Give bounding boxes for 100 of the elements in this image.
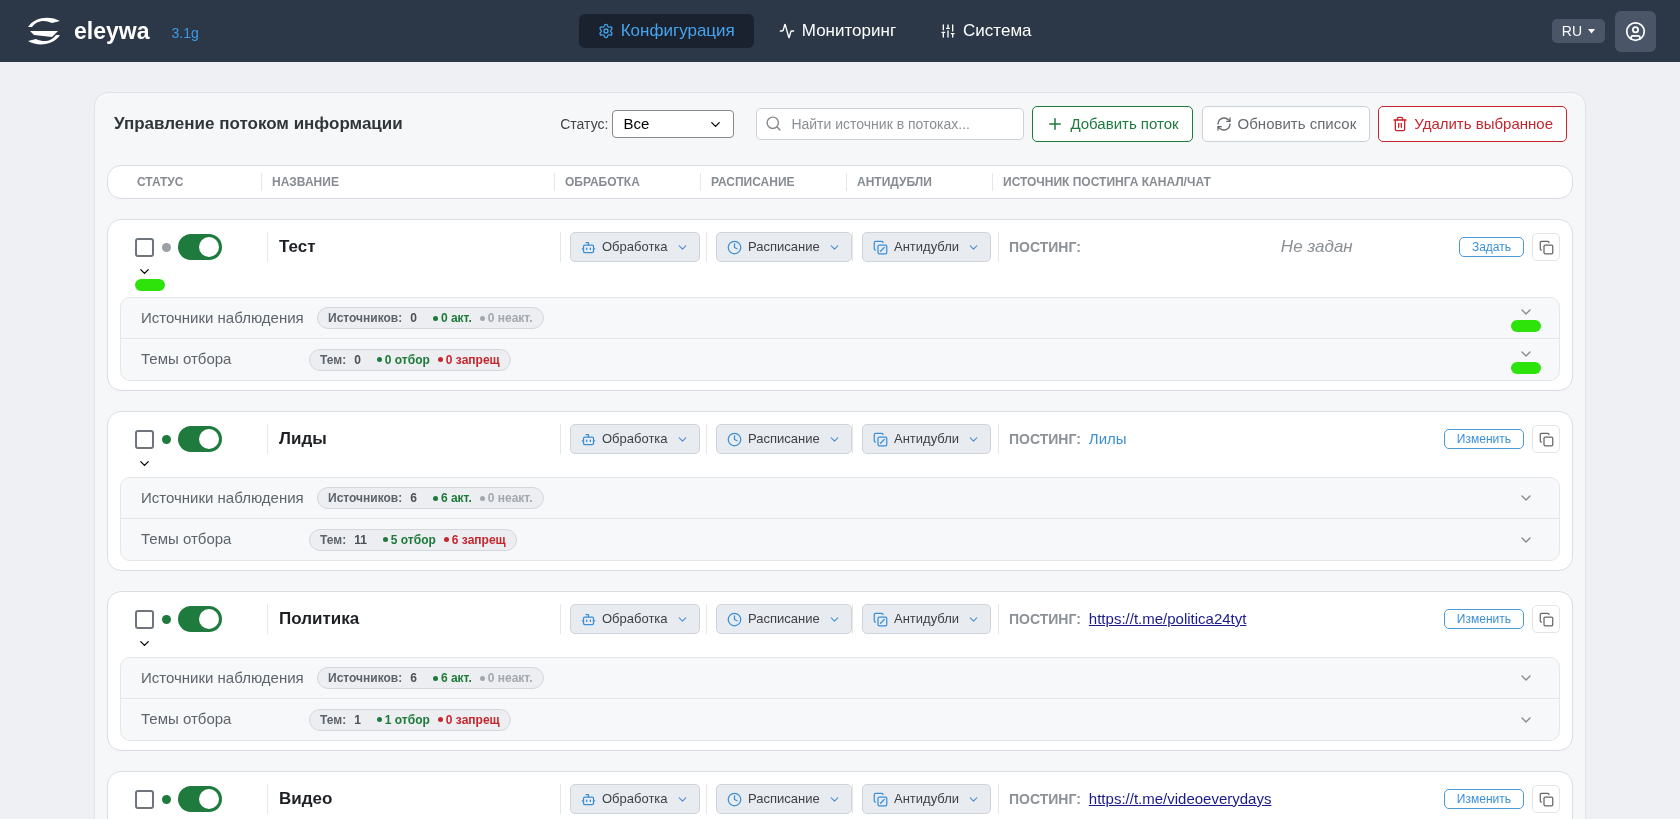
search-icon [765,115,783,132]
dropdown-button[interactable]: Расписание [716,232,852,262]
flow-name: Видео [279,788,333,811]
robot-icon [581,431,596,447]
good-count: 6 акт. [440,490,472,507]
posting-button[interactable]: Задать [1458,237,1524,257]
good-count: 6 акт. [440,670,472,687]
clock-icon [727,611,742,627]
clock-icon [727,239,742,255]
caret-icon [1588,28,1595,34]
column-header: ИСТОЧНИК ПОСТИНГА КАНАЛ/ЧАТ [1003,174,1211,191]
count-value: 11 [354,531,367,549]
sliders-icon [940,23,957,39]
dropdown-button[interactable]: Антидубли [862,604,991,634]
count-label: Источников: [328,670,403,687]
bad-count: 0 запрещ [445,351,500,369]
user-icon [1625,20,1646,42]
search-field[interactable]: Найти источник в потоках... [756,108,1025,140]
count-value: 6 [410,670,417,687]
count-label: Источников: [328,310,403,327]
clock-icon [727,791,742,807]
bad-count: 0 неакт. [487,490,533,507]
toggle-switch[interactable] [178,426,222,452]
copy-icon [1538,791,1554,807]
dropdown-button[interactable]: Обработка [570,232,700,262]
checkbox[interactable] [135,789,154,809]
posting-button[interactable]: Изменить [1443,789,1524,809]
bad-count: 0 запрещ [445,711,500,729]
column-header: НАЗВАНИЕ [272,174,339,191]
column-header: РАСПИСАНИЕ [711,174,795,191]
checkbox[interactable] [135,609,154,629]
copy-slash-icon [873,431,888,447]
posting-value: Не задан [1280,236,1353,259]
posting-link[interactable]: https://t.me/politica24tyt [1088,607,1247,631]
copy-icon [1538,431,1554,447]
flow-name: Лиды [279,428,327,451]
copy-button[interactable] [1532,425,1560,453]
good-count: 0 акт. [440,310,472,327]
good-count: 5 отбор [390,531,436,549]
version-label: 3.1g [171,23,199,43]
count-label: Тем: [320,531,347,549]
delete-selected-button[interactable]: Удалить выбранное [1378,106,1567,142]
status-filter-label: Статус: [560,114,609,134]
copy-icon [1538,611,1554,627]
dropdown-button[interactable]: Обработка [570,784,700,814]
count-value: 1 [354,711,361,729]
copy-button[interactable] [1532,785,1560,813]
posting-button[interactable]: Изменить [1443,609,1524,629]
nav-tab[interactable]: Конфигурация [578,14,754,48]
toggle-switch[interactable] [178,606,222,632]
count-label: Тем: [320,711,347,729]
column-header: СТАТУС [137,174,184,191]
column-header: АНТИДУБЛИ [857,174,932,191]
posting-label: ПОСТИНГ: [1009,789,1081,809]
toggle-switch[interactable] [178,234,222,260]
toggle-switch[interactable] [178,786,222,812]
language-selector[interactable]: RU [1551,19,1605,43]
section-label: Темы отбора [141,349,233,370]
good-count: 0 отбор [384,351,430,369]
copy-button[interactable] [1532,233,1560,261]
checkbox[interactable] [135,429,154,449]
robot-icon [581,239,596,255]
flow-name: Политика [279,608,360,631]
robot-icon [581,611,596,627]
section-label: Темы отбора [141,709,233,730]
refresh-icon [1215,116,1232,132]
copy-icon [1538,239,1554,255]
robot-icon [581,791,596,807]
posting-label: ПОСТИНГ: [1009,429,1081,449]
brand-name: eleywa [74,16,150,46]
count-label: Источников: [328,490,403,507]
posting-label: ПОСТИНГ: [1009,609,1081,629]
dropdown-button[interactable]: Расписание [716,784,852,814]
section-label: Источники наблюдения [141,667,305,688]
refresh-button[interactable]: Обновить список [1201,106,1371,142]
flow-name: Тест [279,236,316,259]
add-flow-button[interactable]: Добавить поток [1032,106,1193,142]
dropdown-button[interactable]: Обработка [570,604,700,634]
copy-slash-icon [873,791,888,807]
count-label: Тем: [320,351,347,369]
posting-button[interactable]: Изменить [1443,429,1524,449]
section-label: Источники наблюдения [141,487,305,508]
count-value: 6 [410,490,417,507]
dropdown-button[interactable]: Обработка [570,424,700,454]
dropdown-button[interactable]: Расписание [716,604,852,634]
bad-count: 0 неакт. [487,310,533,327]
dropdown-button[interactable]: Антидубли [862,232,991,262]
dropdown-button[interactable]: Антидубли [862,784,991,814]
account-button[interactable] [1615,10,1656,52]
copy-button[interactable] [1532,605,1560,633]
dropdown-button[interactable]: Расписание [716,424,852,454]
checkbox[interactable] [135,237,154,257]
panel-title: Управление потоком информации [114,113,403,136]
status-select[interactable]: Все [612,110,735,138]
nav-tab[interactable]: Мониторинг [759,14,916,48]
dropdown-button[interactable]: Антидубли [862,424,991,454]
posting-link[interactable]: https://t.me/videoeverydays [1088,787,1272,811]
posting-label: ПОСТИНГ: [1009,237,1081,257]
nav-tab[interactable]: Система [921,14,1051,48]
copy-slash-icon [873,239,888,255]
